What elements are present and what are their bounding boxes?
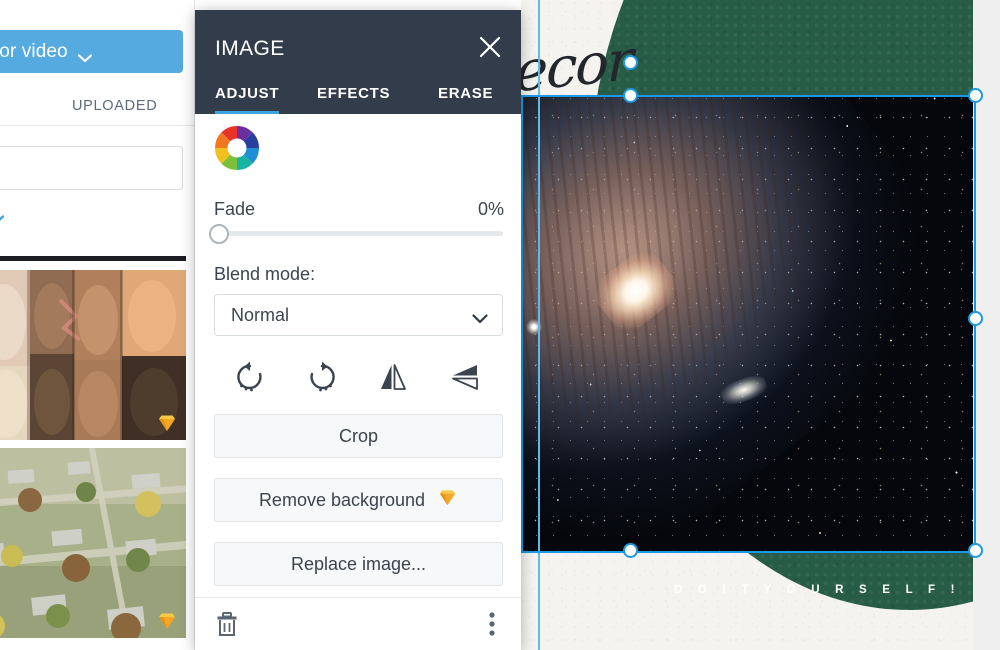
blend-mode-label: Blend mode:	[214, 264, 316, 284]
blend-mode-select[interactable]: Normal	[214, 294, 503, 336]
design-page[interactable]: lecor D O I T Y O U R S E L F !	[521, 0, 973, 650]
chevron-down-icon	[472, 311, 488, 324]
image-editor-app: lecor D O I T Y O U R S E L F ! or video…	[0, 0, 1000, 650]
chevron-down-icon	[77, 47, 92, 63]
panel-tabs: ADJUST EFFECTS ERASE	[195, 76, 521, 114]
remove-background-label: Remove background	[258, 489, 426, 510]
filter-chevron-down-icon[interactable]	[0, 211, 5, 221]
color-wheel-icon[interactable]	[213, 124, 261, 172]
list-item[interactable]	[0, 448, 186, 638]
fade-slider-handle[interactable]	[209, 224, 229, 244]
rotate-left-icon[interactable]	[226, 354, 274, 400]
replace-image-button[interactable]: Replace image...	[214, 542, 503, 586]
handle-bottom-left[interactable]	[623, 543, 638, 558]
handle-middle-right[interactable]	[968, 311, 983, 326]
fade-value: 0%	[477, 199, 504, 219]
media-sidebar: o or video OS UPLOADED	[0, 0, 195, 650]
premium-gem-icon	[437, 487, 458, 513]
remove-background-button[interactable]: Remove background	[214, 478, 503, 522]
flip-horizontal-icon[interactable]	[369, 354, 417, 400]
more-vertical-icon[interactable]	[489, 612, 495, 636]
close-icon[interactable]	[477, 34, 503, 60]
panel-title: IMAGE	[215, 37, 285, 60]
thumbnail-strip-edge	[0, 256, 186, 261]
sidebar-tabs: OS UPLOADED	[0, 86, 194, 126]
fade-label: Fade	[214, 199, 256, 219]
premium-gem-icon	[156, 412, 178, 434]
sidebar-tab-uploaded[interactable]: UPLOADED	[72, 98, 157, 114]
flip-vertical-icon[interactable]	[441, 354, 489, 400]
trash-icon[interactable]	[215, 611, 239, 637]
canvas-area[interactable]: lecor D O I T Y O U R S E L F !	[521, 0, 1000, 650]
galaxy-image[interactable]	[521, 95, 973, 553]
transform-buttons	[214, 354, 503, 404]
search-input[interactable]	[0, 146, 183, 190]
crop-button[interactable]: Crop	[214, 414, 503, 458]
panel-header: IMAGE ADJUST EFFECTS ERASE	[195, 10, 521, 114]
diy-caption[interactable]: D O I T Y O U R S E L F !	[674, 584, 961, 596]
replace-image-label: Replace image...	[290, 553, 427, 574]
tab-erase[interactable]: ERASE	[438, 85, 493, 114]
panel-body: Fade 0% Blend mode: Normal Crop Remove b…	[195, 114, 521, 597]
galaxy-render	[521, 95, 973, 553]
handle-bottom-right[interactable]	[968, 543, 983, 558]
upload-button-label: o or video	[0, 40, 68, 62]
tab-adjust[interactable]: ADJUST	[215, 85, 280, 114]
fade-row: Fade 0%	[214, 199, 504, 220]
rotate-right-icon[interactable]	[298, 354, 346, 400]
list-item[interactable]	[0, 270, 186, 440]
image-properties-panel: IMAGE ADJUST EFFECTS ERASE Fade 0% Blend…	[195, 10, 521, 650]
fade-slider-track[interactable]	[214, 231, 503, 236]
premium-gem-icon	[156, 610, 178, 632]
crop-button-label: Crop	[338, 425, 378, 446]
handle-rotate-top[interactable]	[623, 55, 638, 70]
panel-footer	[195, 597, 521, 650]
upload-photo-or-video-button[interactable]: o or video	[0, 30, 183, 73]
blend-mode-value: Normal	[231, 305, 290, 325]
alignment-guide	[538, 0, 540, 650]
tab-effects[interactable]: EFFECTS	[317, 85, 390, 114]
handle-top-left[interactable]	[623, 88, 638, 103]
handle-top-right[interactable]	[968, 88, 983, 103]
